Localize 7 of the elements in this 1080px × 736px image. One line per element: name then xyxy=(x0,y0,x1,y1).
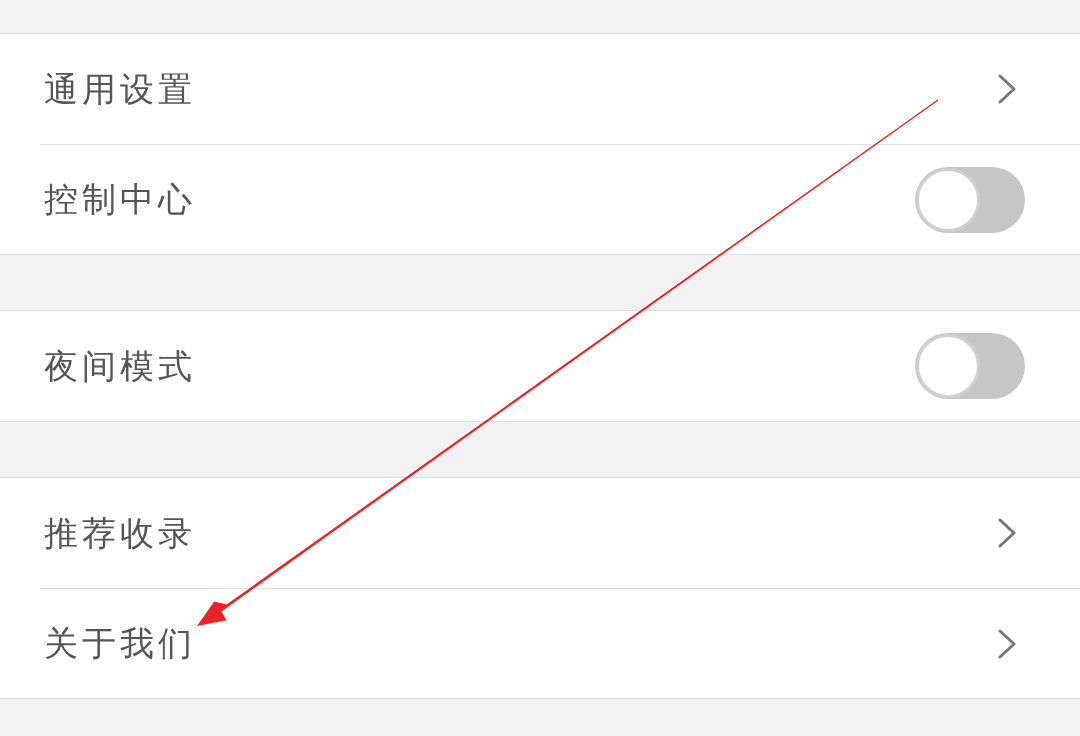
chevron-right-icon xyxy=(998,628,1016,659)
setting-label: 控制中心 xyxy=(44,179,196,220)
settings-item[interactable]: 通用设置 xyxy=(40,34,1080,144)
chevron-right-icon xyxy=(998,74,1016,104)
settings-item[interactable]: 推荐收录 xyxy=(40,478,1080,588)
chevron-right-icon xyxy=(998,518,1016,548)
setting-label: 夜间模式 xyxy=(44,345,196,387)
